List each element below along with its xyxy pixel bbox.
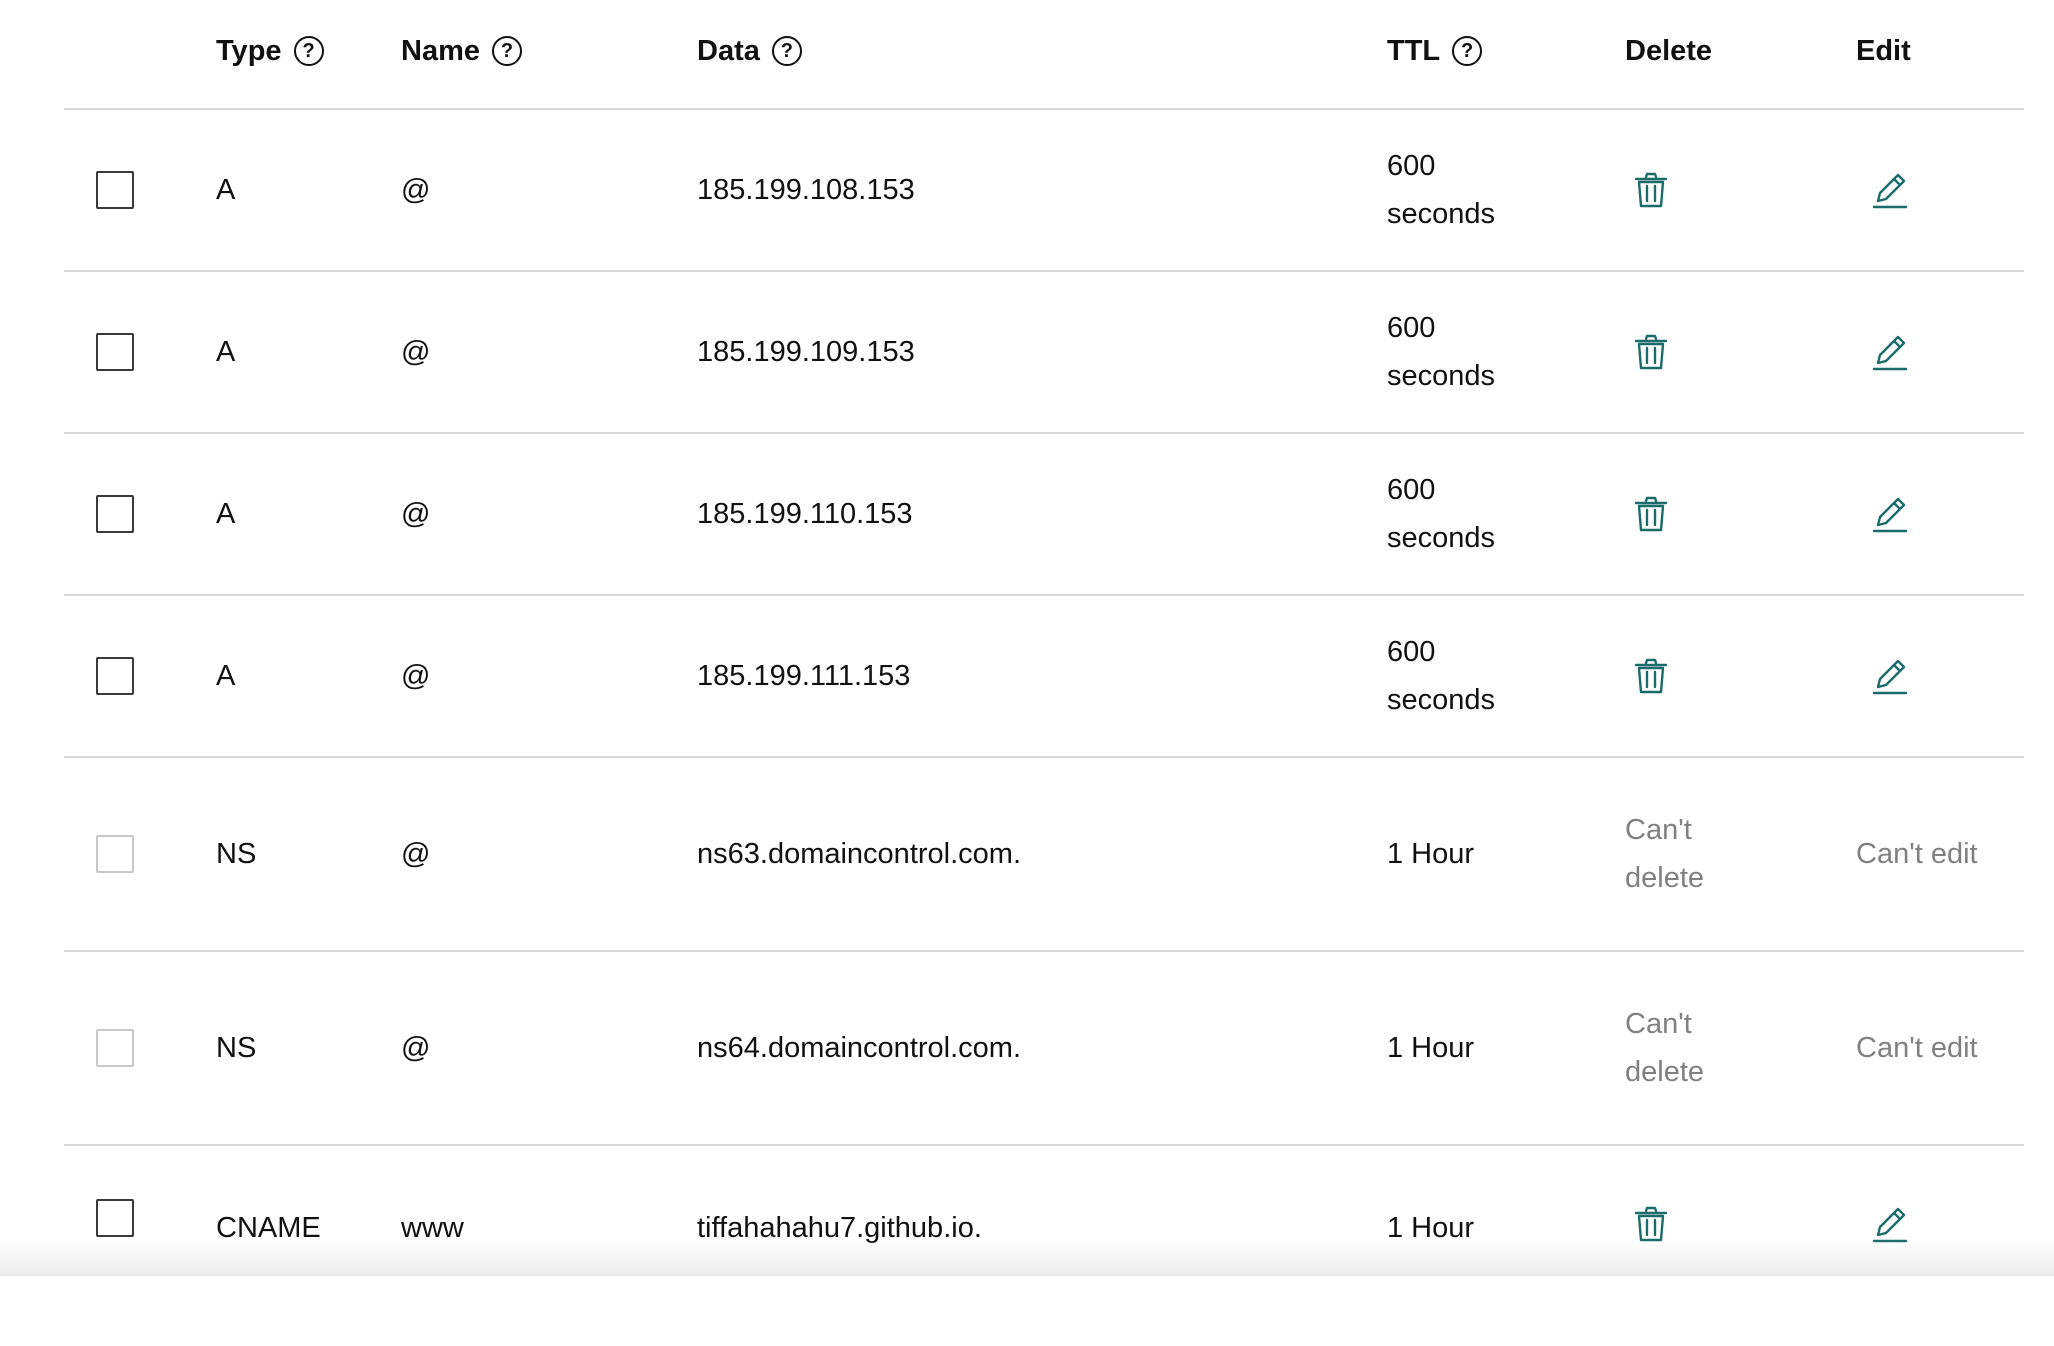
record-name: @: [401, 498, 431, 530]
record-name: @: [401, 1032, 431, 1064]
record-data: 185.199.108.153: [697, 174, 915, 206]
record-name: @: [401, 660, 431, 692]
column-header-type-label: Type: [216, 35, 282, 67]
record-ttl: 600 seconds: [1387, 636, 1496, 716]
record-ttl: 1 Hour: [1387, 838, 1475, 870]
pencil-icon[interactable]: [1870, 170, 1910, 210]
record-data: 185.199.109.153: [697, 336, 915, 368]
pencil-icon[interactable]: [1870, 1204, 1910, 1244]
column-header-delete-label: Delete: [1625, 35, 1713, 67]
record-ttl: 600 seconds: [1387, 474, 1496, 554]
column-header-name: Name ?: [401, 27, 522, 75]
type-help-icon[interactable]: ?: [293, 36, 324, 66]
column-header-data-label: Data: [697, 35, 760, 67]
table-row: A @ 185.199.108.153 600 seconds: [64, 110, 2024, 272]
row-select-checkbox[interactable]: [96, 495, 134, 533]
record-data: ns63.domaincontrol.com.: [697, 838, 1021, 870]
row-select-checkbox[interactable]: [96, 171, 134, 209]
record-ttl: 600 seconds: [1387, 312, 1496, 392]
record-data: ns64.domaincontrol.com.: [697, 1032, 1021, 1064]
ttl-help-icon[interactable]: ?: [1452, 36, 1483, 66]
pencil-icon[interactable]: [1870, 656, 1910, 696]
dns-records-table: Type ? Name ? Data ? TTL ? Delete Edit A…: [64, 0, 2024, 1346]
record-data: 185.199.110.153: [697, 498, 913, 530]
row-select-checkbox[interactable]: [96, 657, 134, 695]
record-type: A: [216, 660, 236, 692]
record-type: A: [216, 498, 236, 530]
column-header-type: Type ?: [216, 27, 324, 75]
trash-icon[interactable]: [1631, 494, 1671, 534]
record-name: @: [401, 174, 431, 206]
pencil-icon[interactable]: [1870, 494, 1910, 534]
record-type: NS: [216, 838, 257, 870]
table-row: A @ 185.199.109.153 600 seconds: [64, 272, 2024, 434]
record-ttl: 1 Hour: [1387, 1032, 1475, 1064]
record-name: @: [401, 336, 431, 368]
cant-edit-text: Can't edit: [1856, 838, 1978, 870]
pencil-icon[interactable]: [1870, 332, 1910, 372]
record-type: NS: [216, 1032, 257, 1064]
column-header-delete: Delete: [1625, 27, 1712, 75]
row-select-checkbox[interactable]: [96, 333, 134, 371]
column-header-ttl: TTL ?: [1387, 27, 1483, 75]
table-row: NS @ ns64.domaincontrol.com. 1 Hour Can'…: [64, 952, 2024, 1146]
row-select-checkbox-disabled: [96, 835, 134, 873]
cant-edit-text: Can't edit: [1856, 1032, 1978, 1064]
row-select-checkbox[interactable]: [96, 1199, 134, 1237]
record-data: 185.199.111.153: [697, 660, 911, 692]
record-ttl: 600 seconds: [1387, 150, 1496, 230]
trash-icon[interactable]: [1631, 656, 1671, 696]
cant-delete-text: Can't delete: [1625, 814, 1705, 894]
column-header-edit: Edit: [1856, 27, 1911, 75]
table-row: A @ 185.199.111.153 600 seconds: [64, 596, 2024, 758]
column-header-data: Data ?: [697, 27, 802, 75]
trash-icon[interactable]: [1631, 1204, 1671, 1244]
scroll-fade: [0, 1240, 2054, 1276]
column-header-ttl-label: TTL: [1387, 35, 1441, 67]
name-help-icon[interactable]: ?: [492, 36, 522, 66]
column-header-name-label: Name: [401, 35, 480, 67]
record-type: A: [216, 174, 236, 206]
trash-icon[interactable]: [1631, 170, 1671, 210]
column-header-edit-label: Edit: [1856, 35, 1911, 67]
record-type: A: [216, 336, 236, 368]
data-help-icon[interactable]: ?: [771, 36, 802, 66]
record-name: @: [401, 838, 431, 870]
cant-delete-text: Can't delete: [1625, 1008, 1705, 1088]
row-select-checkbox-disabled: [96, 1029, 134, 1067]
table-header: Type ? Name ? Data ? TTL ? Delete Edit: [64, 0, 2024, 110]
table-row: A @ 185.199.110.153 600 seconds: [64, 434, 2024, 596]
table-row: NS @ ns63.domaincontrol.com. 1 Hour Can'…: [64, 758, 2024, 952]
trash-icon[interactable]: [1631, 332, 1671, 372]
